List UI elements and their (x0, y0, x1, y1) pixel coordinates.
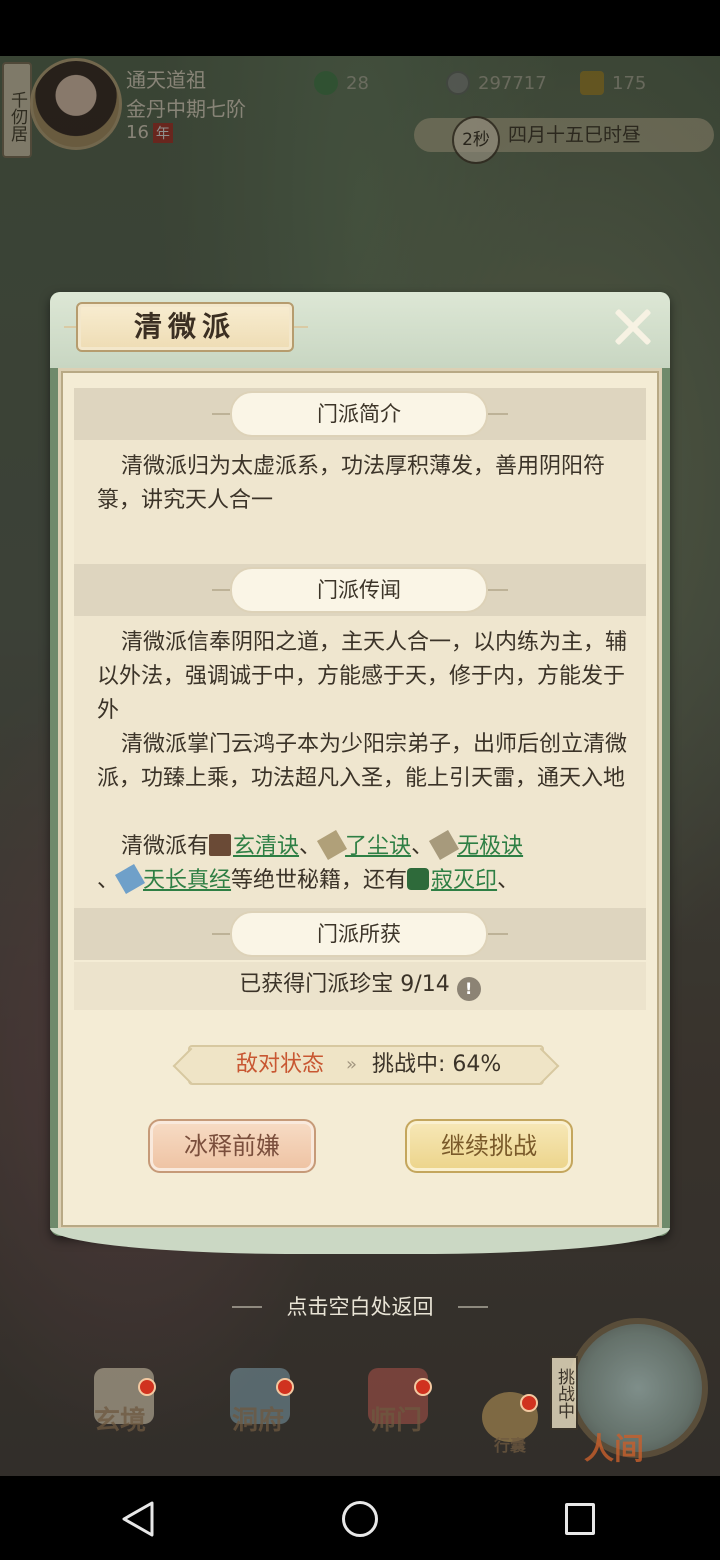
separator: 、 (97, 868, 120, 893)
scroll-icon (114, 863, 146, 895)
close-button[interactable] (608, 302, 658, 352)
nav-xuanjing[interactable]: 玄境 (94, 1400, 146, 1437)
continue-challenge-button[interactable]: 继续挑战 (405, 1119, 573, 1173)
intro-paragraph: 清微派归为太虚派系，功法厚积薄发，善用阴阳符箓，讲究天人合一 (97, 454, 606, 513)
section-label-legend: 门派传闻 (230, 567, 488, 613)
skill-link-xuanqing[interactable]: 玄清诀 (233, 834, 299, 859)
legend-paragraph-2: 清微派掌门云鸿子本为少阳宗弟子，出师后创立清微派，功臻上乘，功法超凡入圣，能上引… (97, 728, 627, 796)
status-bar (0, 0, 720, 56)
nav-shimen[interactable]: 师门 (370, 1400, 422, 1437)
legend-paragraph-3: 清微派有 玄清诀、 了尘诀、 无极诀、天长真经等绝世秘籍，还有 寂灭印、 (97, 830, 627, 898)
home-icon[interactable] (342, 1501, 378, 1537)
skill-link-liaochen[interactable]: 了尘诀 (345, 834, 411, 859)
world-challenge-tag: 挑战中 (550, 1356, 578, 1430)
recent-apps-icon[interactable] (565, 1503, 595, 1535)
separator: 、 (411, 834, 434, 859)
section-label-intro: 门派简介 (230, 391, 488, 437)
legend-prefix: 清微派有 (121, 834, 210, 859)
book-icon (209, 834, 232, 856)
section-label-gains: 门派所获 (230, 911, 488, 957)
legend-text-2: 清微派掌门云鸿子本为少阳宗弟子，出师后创立清微派，功臻上乘，功法超凡入圣，能上引… (97, 732, 628, 791)
world-label: 人间 (584, 1432, 644, 1467)
item-link-jimie[interactable]: 寂灭印 (431, 868, 497, 893)
scroll-icon (317, 830, 348, 861)
skill-link-tianchang[interactable]: 天长真经 (143, 868, 231, 893)
notification-dot (520, 1394, 538, 1412)
treasure-progress: 已获得门派珍宝 9/14 ! (74, 962, 646, 1010)
info-icon[interactable]: ! (456, 977, 481, 1001)
intro-text: 清微派归为太虚派系，功法厚积薄发，善用阴阳符箓，讲究天人合一 (97, 450, 627, 518)
treasure-text: 已获得门派珍宝 9/14 (239, 972, 450, 997)
notification-dot (276, 1378, 294, 1396)
challenge-progress: 挑战中: 64% (372, 1052, 502, 1077)
dialog-title: 清微派 (76, 302, 294, 352)
separator: 、 (299, 834, 322, 859)
tap-to-return-hint: 点击空白处返回 (286, 1295, 434, 1319)
legend-mid: 等绝世秘籍，还有 (231, 868, 408, 893)
nav-xingnang[interactable]: 行囊 (494, 1432, 526, 1456)
skill-link-wuji[interactable]: 无极诀 (457, 834, 523, 859)
back-icon[interactable] (120, 1500, 156, 1538)
separator: 、 (497, 868, 520, 893)
chevron-right-icon: » (346, 1054, 358, 1075)
reconcile-button[interactable]: 冰释前嫌 (148, 1119, 316, 1173)
hostile-status: 敌对状态 (236, 1052, 325, 1077)
legend-paragraph-1: 清微派信奉阴阳之道，主天人合一，以内练为主，辅以外法，强调诚于中，方能感于天，修… (97, 626, 627, 728)
notification-dot (414, 1378, 432, 1396)
legend-text-1: 清微派信奉阴阳之道，主天人合一，以内练为主，辅以外法，强调诚于中，方能感于天，修… (97, 630, 628, 723)
scroll-icon (429, 830, 460, 861)
nav-dongfu[interactable]: 洞府 (232, 1400, 284, 1437)
seal-icon (407, 868, 430, 890)
notification-dot (138, 1378, 156, 1396)
